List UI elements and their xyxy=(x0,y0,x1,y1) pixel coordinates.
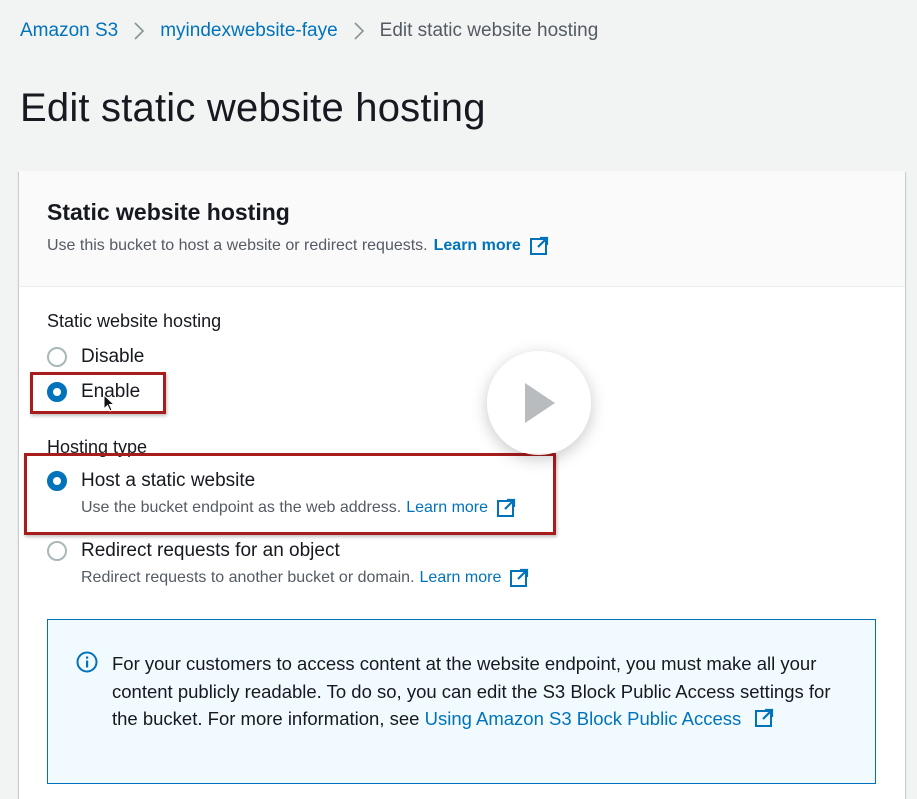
radio-host-static-description: Use the bucket endpoint as the web addre… xyxy=(81,498,516,518)
chevron-right-icon xyxy=(352,20,366,42)
radio-disable-label: Disable xyxy=(81,346,145,367)
learn-more-link[interactable]: Learn more xyxy=(420,569,502,587)
breadcrumb-bucket[interactable]: myindexwebsite-faye xyxy=(160,20,337,42)
external-link-icon[interactable] xyxy=(754,708,774,728)
radio-host-static-control[interactable] xyxy=(47,471,67,491)
radio-redirect-control[interactable] xyxy=(47,541,67,561)
radio-redirect-description-text: Redirect requests to another bucket or d… xyxy=(81,569,415,586)
hosting-field-label: Static website hosting xyxy=(47,311,222,331)
chevron-right-icon xyxy=(132,20,146,42)
panel-title: Static website hosting xyxy=(47,199,290,225)
static-website-hosting-panel: Static website hosting Use this bucket t… xyxy=(19,171,905,799)
play-icon xyxy=(525,383,555,423)
radio-disable[interactable]: Disable xyxy=(47,346,144,368)
learn-more-link[interactable]: Learn more xyxy=(434,237,521,255)
info-alert: For your customers to access content at … xyxy=(47,619,876,784)
external-link-icon[interactable] xyxy=(529,236,549,256)
radio-redirect-description: Redirect requests to another bucket or d… xyxy=(81,568,529,588)
play-button[interactable] xyxy=(487,351,591,455)
hosting-type-label: Hosting type xyxy=(47,437,148,457)
radio-host-static-label: Host a static website xyxy=(81,470,256,491)
breadcrumb-current: Edit static website hosting xyxy=(379,20,599,41)
page-title: Edit static website hosting xyxy=(20,86,486,130)
radio-enable[interactable]: Enable xyxy=(47,381,140,403)
radio-disable-control[interactable] xyxy=(47,347,67,367)
radio-redirect-requests[interactable]: Redirect requests for an object Redirect… xyxy=(47,540,529,588)
info-icon xyxy=(76,651,98,673)
radio-redirect-label: Redirect requests for an object xyxy=(81,540,340,561)
learn-more-link[interactable]: Learn more xyxy=(406,499,488,517)
radio-host-static-description-text: Use the bucket endpoint as the web addre… xyxy=(81,499,402,516)
block-public-access-link[interactable]: Using Amazon S3 Block Public Access xyxy=(425,708,742,729)
mouse-cursor-icon xyxy=(103,394,115,412)
panel-description: Use this bucket to host a website or red… xyxy=(47,236,877,256)
breadcrumb: Amazon S3 myindexwebsite-faye Edit stati… xyxy=(20,20,598,42)
external-link-icon[interactable] xyxy=(496,498,516,518)
panel-description-text: Use this bucket to host a website or red… xyxy=(47,237,428,254)
external-link-icon[interactable] xyxy=(509,568,529,588)
radio-enable-control[interactable] xyxy=(47,382,67,402)
panel-header: Static website hosting Use this bucket t… xyxy=(19,171,905,287)
radio-host-static-website[interactable]: Host a static website Use the bucket end… xyxy=(47,470,516,518)
breadcrumb-amazon-s3[interactable]: Amazon S3 xyxy=(20,20,118,42)
